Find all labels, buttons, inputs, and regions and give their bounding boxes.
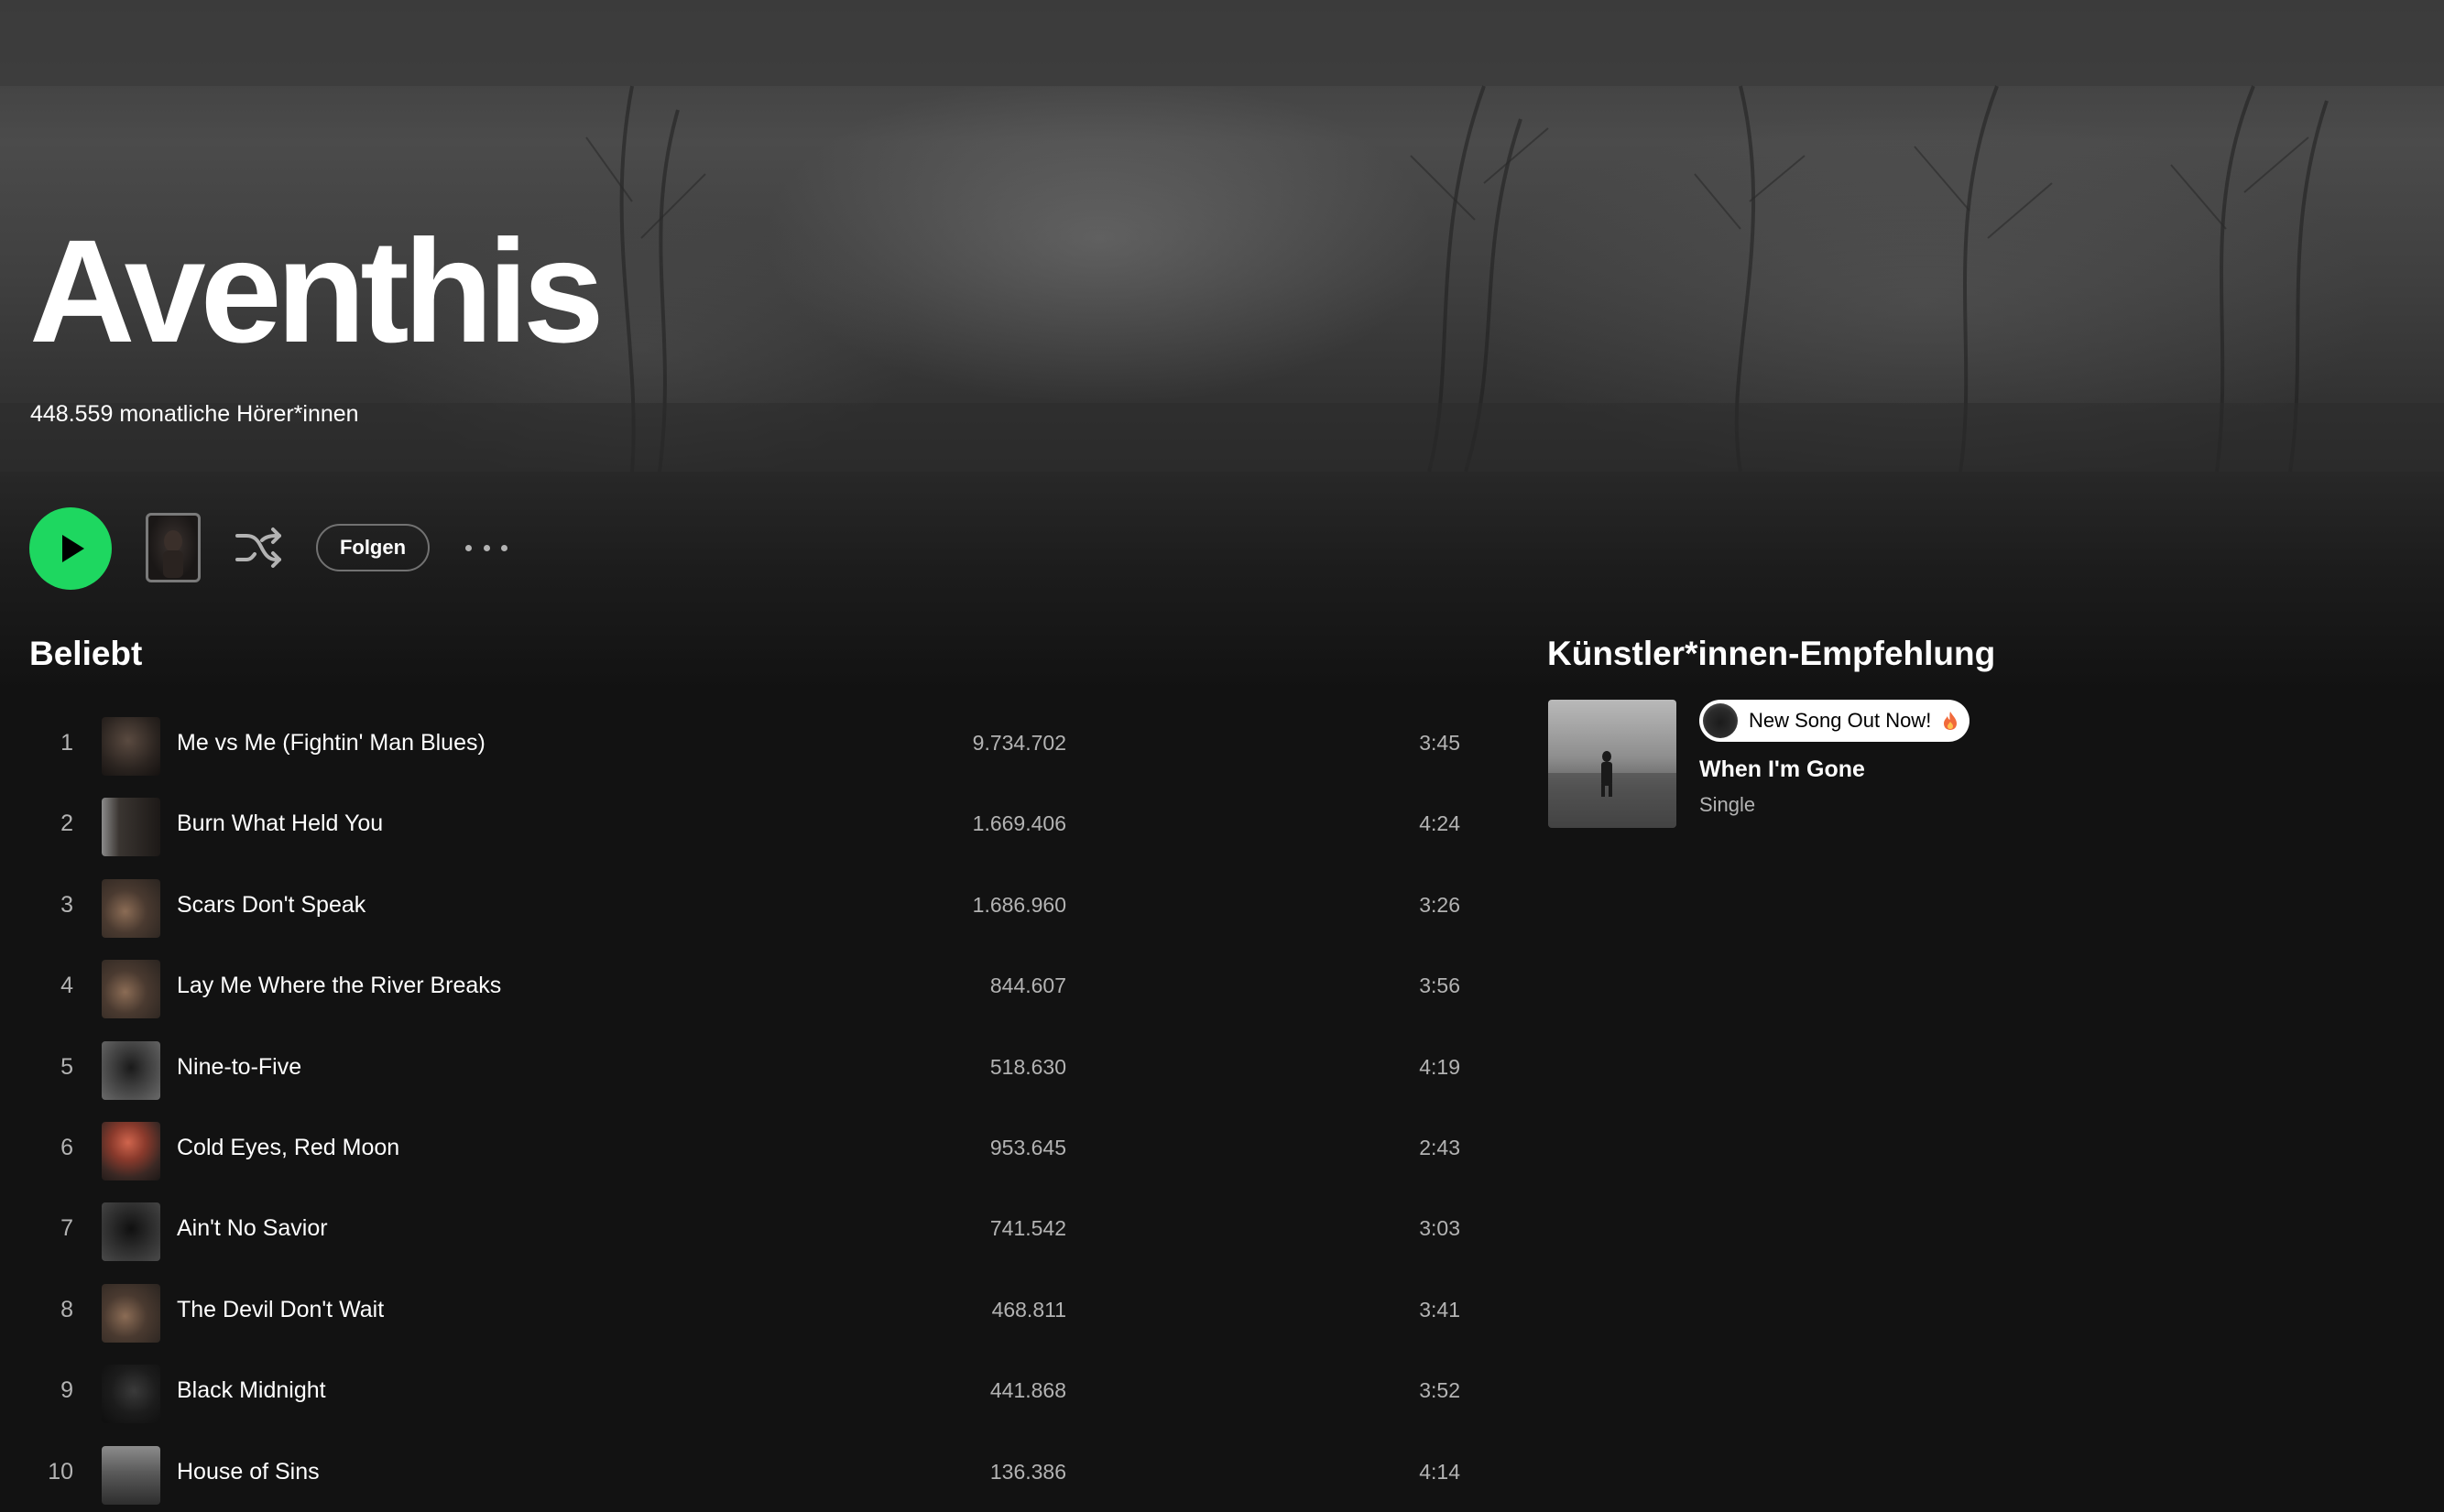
table-row[interactable]: 9 Black Midnight 441.868 3:52 — [29, 1353, 1460, 1433]
track-plays: 953.645 — [989, 1135, 1066, 1159]
follow-button[interactable]: Folgen — [316, 524, 430, 571]
table-row[interactable]: 10 House of Sins 136.386 4:14 — [29, 1434, 1460, 1512]
artist-avatar-icon — [1703, 703, 1738, 738]
track-title[interactable]: Burn What Held You — [177, 810, 383, 837]
track-cover — [102, 1040, 160, 1100]
table-row[interactable]: 6 Cold Eyes, Red Moon 953.645 2:43 — [29, 1110, 1460, 1191]
track-cover — [102, 960, 160, 1019]
track-duration: 4:19 — [1419, 1054, 1460, 1079]
track-number: 3 — [60, 891, 73, 918]
track-title[interactable]: Nine-to-Five — [177, 1054, 301, 1081]
track-duration: 3:52 — [1419, 1378, 1460, 1403]
lone-figure-image — [1548, 751, 1676, 828]
track-number: 7 — [60, 1215, 73, 1242]
monthly-listeners: 448.559 monatliche Hörer*innen — [30, 401, 359, 427]
artist-pick-cover[interactable] — [1548, 700, 1676, 828]
artist-pick-badge: New Song Out Now! — [1699, 700, 1970, 742]
track-number: 10 — [48, 1458, 73, 1485]
track-duration: 3:03 — [1419, 1216, 1460, 1241]
fire-icon — [1944, 712, 1958, 730]
track-plays: 741.542 — [989, 1216, 1066, 1241]
table-row[interactable]: 7 Ain't No Savior 741.542 3:03 — [29, 1191, 1460, 1271]
track-title[interactable]: House of Sins — [177, 1459, 320, 1485]
track-title[interactable]: Black Midnight — [177, 1377, 326, 1404]
track-cover — [102, 1202, 160, 1262]
track-title[interactable]: Cold Eyes, Red Moon — [177, 1135, 399, 1161]
track-duration: 3:41 — [1419, 1297, 1460, 1322]
table-row[interactable]: 3 Scars Don't Speak 1.686.960 3:26 — [29, 867, 1460, 948]
track-number: 6 — [60, 1134, 73, 1160]
play-icon — [62, 535, 84, 562]
table-row[interactable]: 1 Me vs Me (Fightin' Man Blues) 9.734.70… — [29, 705, 1460, 786]
track-plays: 136.386 — [989, 1459, 1066, 1484]
track-plays: 1.669.406 — [972, 811, 1066, 836]
track-plays: 518.630 — [989, 1054, 1066, 1079]
popular-tracklist: 1 Me vs Me (Fightin' Man Blues) 9.734.70… — [29, 705, 1460, 1512]
artist-page: Aventhis 448.559 monatliche Hörer*innen … — [0, 0, 2444, 1512]
badge-text: New Song Out Now! — [1749, 709, 1932, 732]
track-number: 4 — [60, 973, 73, 999]
track-duration: 4:24 — [1419, 811, 1460, 836]
track-number: 2 — [60, 810, 73, 837]
track-number: 9 — [60, 1377, 73, 1404]
track-duration: 4:14 — [1419, 1459, 1460, 1484]
artist-pick-release-type: Single — [1699, 793, 1756, 816]
track-plays: 468.811 — [991, 1297, 1066, 1322]
play-button[interactable] — [29, 507, 112, 590]
artist-pick-release-name[interactable]: When I'm Gone — [1699, 756, 1865, 783]
track-plays: 1.686.960 — [972, 892, 1066, 917]
artist-name: Aventhis — [29, 209, 605, 373]
track-title[interactable]: Ain't No Savior — [177, 1215, 328, 1242]
artist-header-banner: Aventhis 448.559 monatliche Hörer*innen — [0, 0, 2444, 472]
track-cover — [102, 1445, 160, 1505]
track-duration: 3:45 — [1419, 731, 1460, 755]
table-row[interactable]: 2 Burn What Held You 1.669.406 4:24 — [29, 786, 1460, 866]
track-title[interactable]: Scars Don't Speak — [177, 892, 366, 919]
shuffle-icon[interactable] — [234, 525, 283, 571]
track-plays: 9.734.702 — [972, 731, 1066, 755]
track-plays: 441.868 — [989, 1378, 1066, 1403]
track-cover — [102, 1121, 160, 1180]
track-title[interactable]: Lay Me Where the River Breaks — [177, 973, 501, 999]
track-number: 5 — [60, 1053, 73, 1080]
table-row[interactable]: 4 Lay Me Where the River Breaks 844.607 … — [29, 948, 1460, 1028]
track-cover — [102, 1283, 160, 1343]
track-duration: 3:56 — [1419, 974, 1460, 998]
artist-pick-title: Künstler*innen-Empfehlung — [1547, 635, 1996, 672]
track-number: 1 — [60, 730, 73, 756]
track-cover — [102, 878, 160, 938]
track-title[interactable]: The Devil Don't Wait — [177, 1297, 384, 1323]
artist-preview-button[interactable] — [146, 513, 201, 582]
more-options-icon[interactable] — [465, 538, 507, 557]
track-cover — [102, 798, 160, 857]
track-duration: 3:26 — [1419, 892, 1460, 917]
track-plays: 844.607 — [989, 974, 1066, 998]
popular-section-title: Beliebt — [29, 635, 143, 672]
track-title[interactable]: Me vs Me (Fightin' Man Blues) — [177, 730, 486, 756]
action-bar-background — [0, 472, 2444, 691]
track-cover — [102, 717, 160, 776]
table-row[interactable]: 5 Nine-to-Five 518.630 4:19 — [29, 1029, 1460, 1110]
track-duration: 2:43 — [1419, 1135, 1460, 1159]
preview-figure-icon — [163, 530, 183, 578]
table-row[interactable]: 8 The Devil Don't Wait 468.811 3:41 — [29, 1272, 1460, 1353]
track-number: 8 — [60, 1296, 73, 1322]
track-cover — [102, 1365, 160, 1424]
